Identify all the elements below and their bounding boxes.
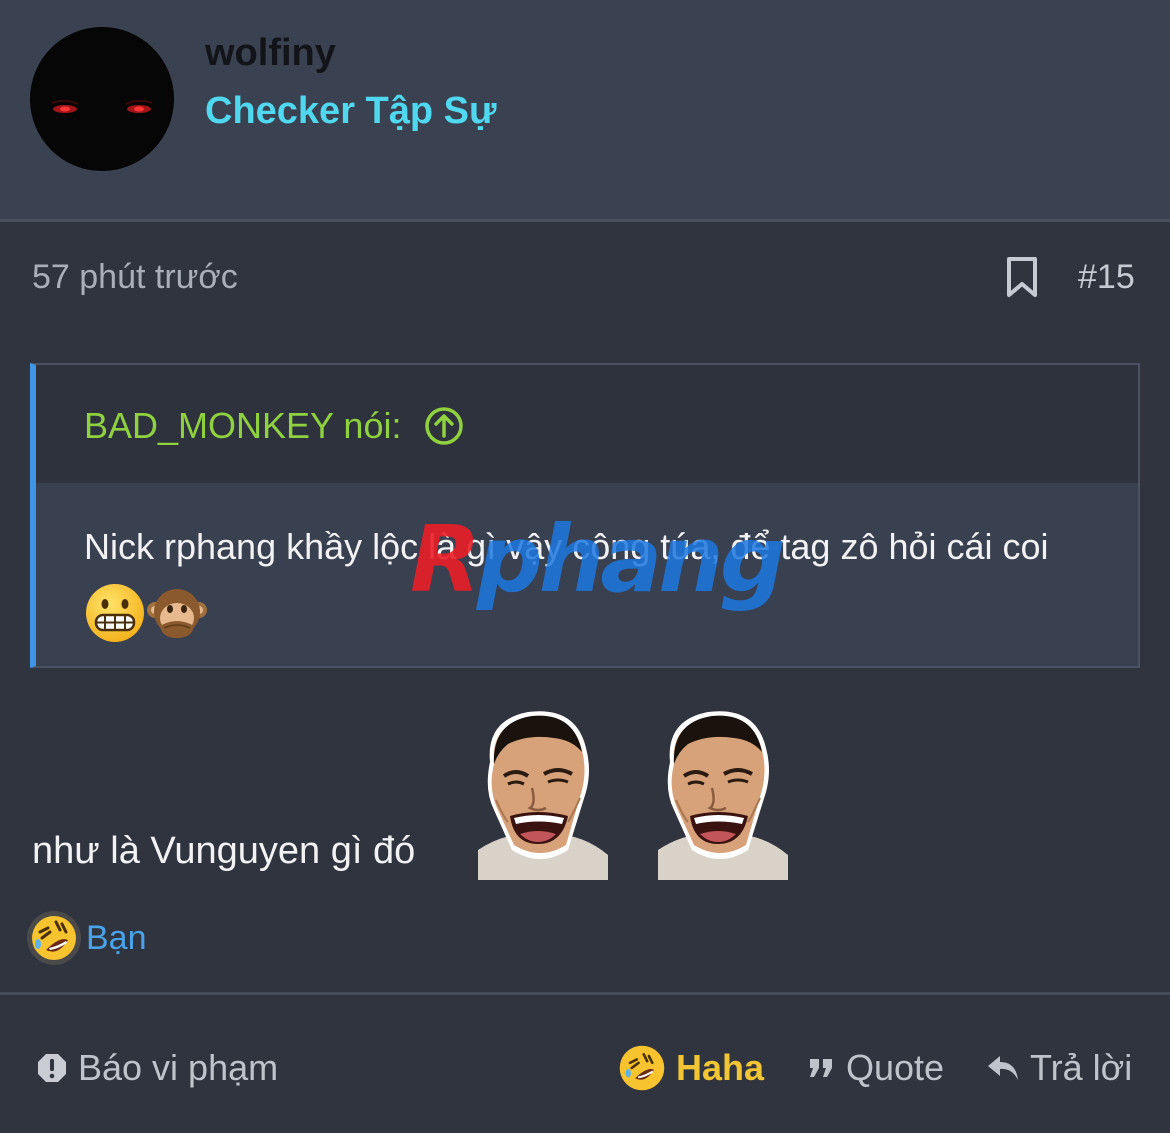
report-button[interactable]: Báo vi phạm [36,1040,278,1096]
laughing-face-sticker-icon [648,700,793,880]
post-message: như là Vunguyen gì đó [32,830,416,872]
footer-divider [0,992,1170,995]
quote-author[interactable]: BAD_MONKEY nói: [84,405,401,447]
grimacing-face-emoji-icon [84,582,146,644]
haha-label: Haha [676,1047,765,1088]
avatar[interactable] [30,27,174,171]
quote-button[interactable]: Quote [808,1040,944,1096]
laughing-face-sticker-icon [468,700,613,880]
bookmark-icon[interactable] [1004,256,1040,298]
dark-avatar-red-eyes-icon [30,27,174,171]
quote-text-content: Nick rphang khầy lộc là gì vậy công túa,… [84,526,1049,567]
report-icon [38,1054,66,1082]
reply-button[interactable]: Trả lời [986,1040,1132,1096]
report-label: Báo vi phạm [78,1047,279,1088]
quote-text: Nick rphang khầy lộc là gì vậy công túa,… [84,515,1104,644]
reaction-summary[interactable]: Bạn [26,910,147,966]
rolling-laughing-emoji-icon [27,911,81,965]
reply-arrow-icon [988,1056,1018,1080]
quote-block: BAD_MONKEY nói: Nick rphang khầy lộc là … [30,363,1140,668]
post-header: wolfiny Checker Tập Sự [0,0,1170,222]
user-title: Checker Tập Sự [205,90,497,132]
post-number[interactable]: #15 [1078,258,1135,297]
speak-no-evil-monkey-emoji-icon [146,582,208,644]
arrow-up-circle-icon[interactable] [424,406,464,446]
reply-label: Trả lời [1030,1047,1133,1088]
quote-header: BAD_MONKEY nói: [36,365,1138,483]
post-timestamp[interactable]: 57 phút trước [32,258,238,297]
haha-react-button[interactable]: Haha [618,1040,764,1096]
rolling-laughing-emoji-icon [619,1045,665,1091]
username[interactable]: wolfiny [205,32,336,75]
quote-mark-icon [810,1059,832,1077]
quote-label: Quote [846,1047,945,1088]
reaction-text: Bạn [86,918,147,957]
